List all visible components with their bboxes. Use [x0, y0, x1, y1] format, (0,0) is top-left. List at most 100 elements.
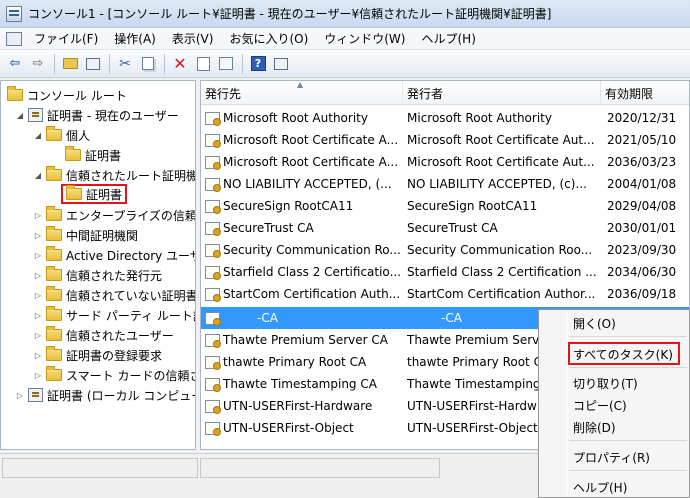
- context-menu-open[interactable]: 開く(O): [539, 312, 690, 334]
- certificate-icon: [205, 377, 221, 392]
- menu-file[interactable]: ファイル(F): [26, 30, 106, 47]
- table-row[interactable]: Security Communication Ro... Security Co…: [201, 239, 689, 261]
- help-icon: ?: [250, 56, 266, 71]
- expand-triangle-icon[interactable]: ▷: [33, 230, 43, 240]
- expand-triangle-icon[interactable]: ▷: [33, 270, 43, 280]
- tree-item-label: 証明書 - 現在のユーザー: [47, 108, 179, 123]
- folder-icon: [7, 86, 23, 101]
- expand-triangle-icon[interactable]: ▷: [33, 370, 43, 380]
- copy-icon: [142, 57, 154, 70]
- tree-item-active-directory-user-object[interactable]: ▷ Active Directory ユーザー オブジェクト: [33, 245, 195, 265]
- table-row[interactable]: Microsoft Root Authority Microsoft Root …: [201, 107, 689, 129]
- toolbar-separator: [164, 53, 165, 74]
- export-list-button[interactable]: [215, 53, 237, 75]
- tree-item-label: 個人: [66, 128, 91, 143]
- context-menu-delete[interactable]: 削除(D): [539, 416, 690, 438]
- up-one-level-button[interactable]: [59, 53, 81, 75]
- menu-help[interactable]: ヘルプ(H): [413, 30, 483, 47]
- context-menu-properties[interactable]: プロパティ(R): [539, 446, 690, 468]
- context-menu-help[interactable]: ヘルプ(H): [539, 476, 690, 498]
- tree-item-label: 信頼された発行元: [66, 268, 163, 283]
- expand-triangle-icon[interactable]: ▷: [33, 290, 43, 300]
- help-button[interactable]: ?: [247, 53, 269, 75]
- tree-item-trusted-people[interactable]: ▷ 信頼されたユーザー: [33, 325, 174, 345]
- forward-arrow-icon: ⇨: [32, 56, 44, 71]
- cut-button[interactable]: ✂: [114, 53, 136, 75]
- table-row[interactable]: Microsoft Root Certificate A... Microsof…: [201, 151, 689, 173]
- folder-icon: [46, 166, 62, 181]
- context-menu-cut[interactable]: 切り取り(T): [539, 372, 690, 394]
- delete-button[interactable]: ✕: [169, 53, 191, 75]
- table-row[interactable]: Microsoft Root Certificate A... Microsof…: [201, 129, 689, 151]
- toolbar: ⇦ ⇨ ✂ ✕ ?: [0, 50, 690, 78]
- certificate-icon: [205, 199, 221, 214]
- tree-item-label: 証明書: [86, 187, 123, 202]
- menu-window[interactable]: ウィンドウ(W): [316, 30, 413, 47]
- folder-icon: [46, 266, 62, 281]
- collapse-triangle-icon[interactable]: ◢: [33, 130, 43, 140]
- console-menu-icon[interactable]: [6, 31, 22, 46]
- folder-icon: [46, 126, 62, 141]
- back-button[interactable]: ⇦: [4, 53, 26, 75]
- cell-expiration: 2021/05/10: [607, 133, 677, 147]
- table-row[interactable]: NO LIABILITY ACCEPTED, (... NO LIABILITY…: [201, 173, 689, 195]
- show-hide-tree-icon: [86, 57, 100, 70]
- tree-item-third-party-root-ca[interactable]: ▷ サード パーティ ルート証明機関: [33, 305, 195, 325]
- red-callout-box: 証明書: [61, 184, 128, 204]
- collapse-triangle-icon[interactable]: ◢: [33, 170, 43, 180]
- expand-triangle-icon[interactable]: ▷: [33, 310, 43, 320]
- cell-expiration: 2020/12/31: [607, 111, 677, 125]
- tree-item-console-root[interactable]: コンソール ルート: [7, 85, 127, 105]
- certificate-icon: [205, 221, 221, 236]
- column-header-issued-by[interactable]: 発行者: [403, 81, 601, 105]
- collapse-triangle-icon[interactable]: ◢: [15, 110, 25, 120]
- table-row[interactable]: StartCom Certification Auth... StartCom …: [201, 283, 689, 305]
- column-header-issued-to[interactable]: 発行先: [201, 81, 403, 105]
- tree-item-smart-card-trusted-roots[interactable]: ▷ スマート カードの信頼されたルート: [33, 365, 195, 385]
- context-menu-copy[interactable]: コピー(C): [539, 394, 690, 416]
- tree-item-personal-certificates[interactable]: 証明書: [65, 145, 121, 165]
- properties-button[interactable]: [192, 53, 214, 75]
- expand-triangle-icon[interactable]: ▷: [33, 210, 43, 220]
- tree-item-personal[interactable]: ◢ 個人: [33, 125, 90, 145]
- context-menu: 開く(O) すべてのタスク(K) 切り取り(T) コピー(C) 削除(D) プロ…: [538, 309, 690, 498]
- copy-button[interactable]: [137, 53, 159, 75]
- menu-view[interactable]: 表示(V): [164, 30, 222, 47]
- properties-icon: [196, 56, 210, 71]
- tree-item-intermediate-ca[interactable]: ▷ 中間証明機関: [33, 225, 138, 245]
- table-row[interactable]: Starfield Class 2 Certificatio... Starfi…: [201, 261, 689, 283]
- expand-triangle-icon[interactable]: ▷: [33, 250, 43, 260]
- tree-item-trusted-publishers[interactable]: ▷ 信頼された発行元: [33, 265, 162, 285]
- tree-item-certificate-enrollment-requests[interactable]: ▷ 証明書の登録要求: [33, 345, 162, 365]
- cell-issued-by: Microsoft Root Certificate Aut...: [407, 155, 595, 169]
- tree-item-enterprise-trust[interactable]: ▷ エンタープライズの信頼: [33, 205, 195, 225]
- cell-issued-by: Security Communication Roo...: [407, 243, 593, 257]
- table-row[interactable]: SecureSign RootCA11 SecureSign RootCA11 …: [201, 195, 689, 217]
- cell-expiration: 2029/04/08: [607, 199, 677, 213]
- tree-item-untrusted-certificates[interactable]: ▷ 信頼されていない証明書: [33, 285, 195, 305]
- folder-icon: [46, 326, 62, 341]
- column-header-expiration[interactable]: 有効期限: [601, 81, 689, 105]
- back-arrow-icon: ⇦: [9, 56, 21, 71]
- tree-item-trusted-root-ca[interactable]: ◢ 信頼されたルート証明機関: [33, 165, 195, 185]
- show-hide-action-pane-button[interactable]: [270, 53, 292, 75]
- folder-icon: [46, 306, 62, 321]
- toolbar-separator: [242, 53, 243, 74]
- cell-issued-to: NO LIABILITY ACCEPTED, (...: [223, 177, 392, 191]
- forward-button[interactable]: ⇨: [27, 53, 49, 75]
- menu-action[interactable]: 操作(A): [106, 30, 164, 47]
- tree-item-local-computer-certs[interactable]: ▷ 証明書 (ローカル コンピューター): [15, 385, 195, 405]
- menu-separator: [569, 440, 687, 441]
- tree-item-label: 中間証明機関: [66, 228, 139, 243]
- menu-favorites[interactable]: お気に入り(O): [221, 30, 316, 47]
- expand-triangle-icon[interactable]: ▷: [15, 390, 25, 400]
- tree-item-current-user-certs[interactable]: ◢ 証明書 - 現在のユーザー: [15, 105, 179, 125]
- window-title: コンソール1 - [コンソール ルート¥証明書 - 現在のユーザー¥信頼されたル…: [28, 7, 552, 21]
- menu-bar: ファイル(F) 操作(A) 表示(V) お気に入り(O) ウィンドウ(W) ヘル…: [0, 28, 690, 50]
- tree-item-trusted-root-certificates[interactable]: 証明書: [61, 184, 128, 204]
- table-row[interactable]: SecureTrust CA SecureTrust CA 2030/01/01: [201, 217, 689, 239]
- expand-triangle-icon[interactable]: ▷: [33, 330, 43, 340]
- tree-item-label: サード パーティ ルート証明機関: [66, 308, 195, 323]
- expand-triangle-icon[interactable]: ▷: [33, 350, 43, 360]
- show-hide-tree-button[interactable]: [82, 53, 104, 75]
